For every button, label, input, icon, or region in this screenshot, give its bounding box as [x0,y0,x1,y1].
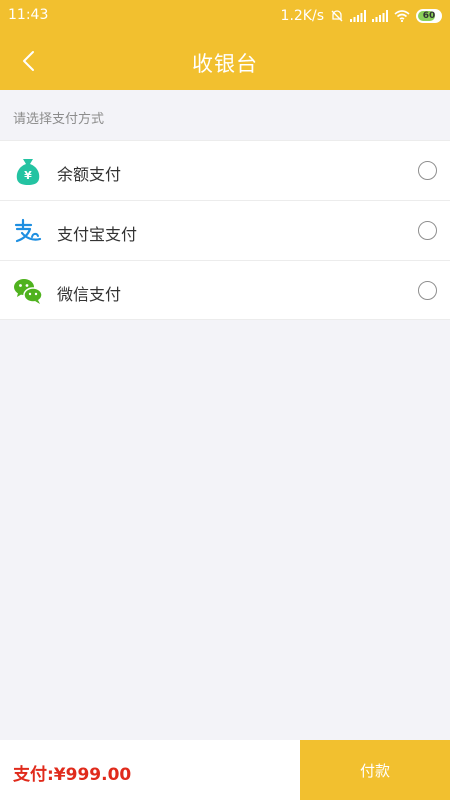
signal-icon [350,10,366,22]
payment-method-label: 微信支付 [57,285,122,304]
radio-button[interactable] [418,221,437,240]
status-time: 11:43 [8,7,49,23]
battery-level: 60 [422,11,436,21]
payment-method-alipay[interactable]: 支付宝支付 [0,200,450,260]
status-bar: 11:43 1.2K/s 60 [0,0,450,32]
footer: 支付:¥999.00 付款 [0,740,450,800]
payment-method-balance[interactable]: ¥ 余额支付 [0,140,450,200]
payment-method-list: ¥ 余额支付 支付宝支付 微信支付 [0,140,450,320]
payment-method-label: 余额支付 [57,165,122,184]
network-speed: 1.2K/s [280,8,324,24]
radio-button[interactable] [418,161,437,180]
total-amount: 支付:¥999.00 [13,765,132,785]
radio-button[interactable] [418,281,437,300]
money-bag-icon: ¥ [13,156,43,186]
wifi-icon [394,10,410,22]
mute-icon [330,9,344,23]
pay-button[interactable]: 付款 [300,740,450,800]
battery-icon: 60 [416,9,442,23]
payment-method-label: 支付宝支付 [57,225,138,244]
signal-icon [372,10,388,22]
payment-method-wechat[interactable]: 微信支付 [0,260,450,320]
page-title: 收银台 [192,52,258,76]
section-label: 请选择支付方式 [13,112,105,127]
app-header: 收银台 [0,32,450,90]
svg-text:¥: ¥ [24,169,32,182]
wechat-icon [13,276,43,306]
alipay-icon [13,216,43,246]
status-icons: 1.2K/s 60 [281,6,442,26]
